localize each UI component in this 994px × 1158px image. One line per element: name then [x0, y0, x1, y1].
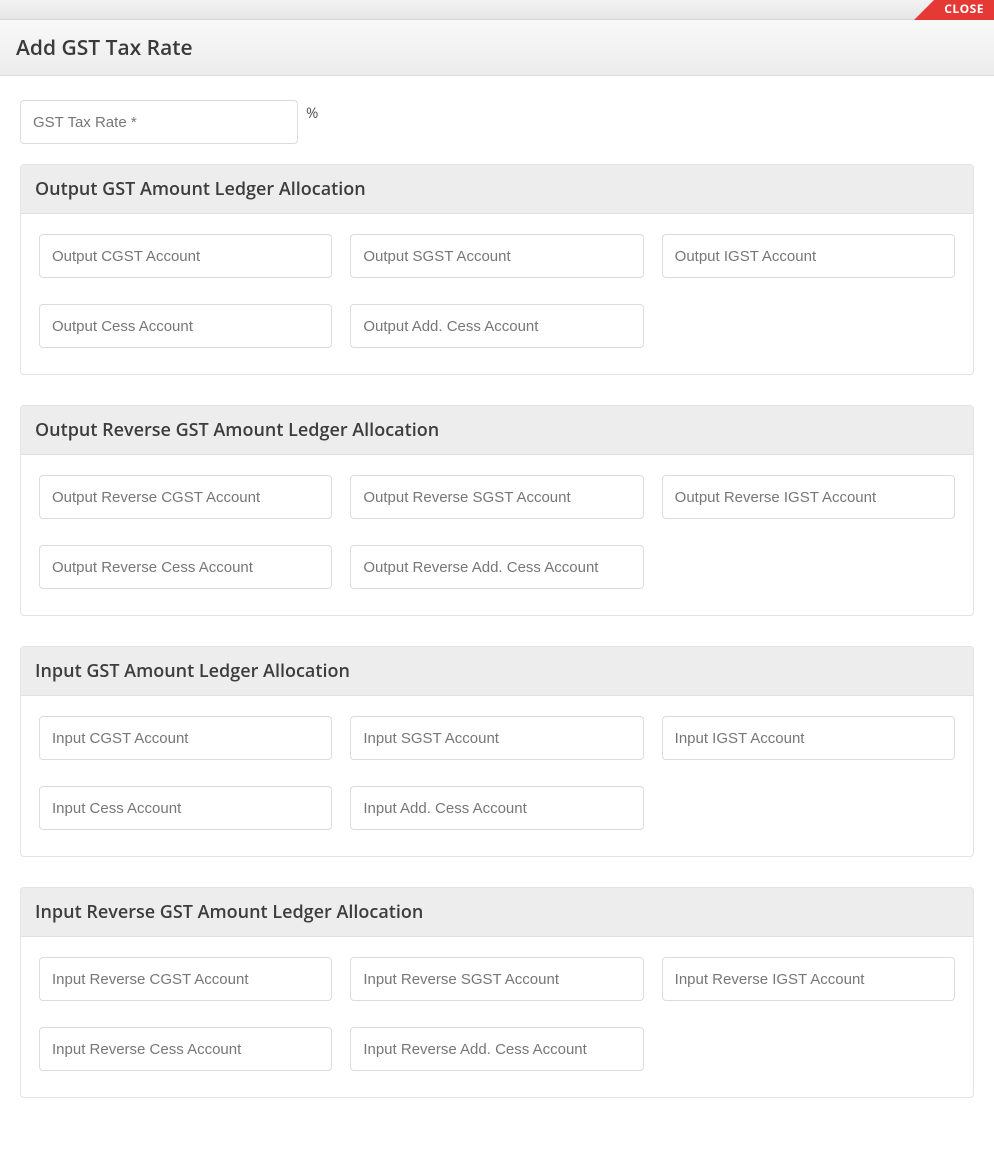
- output-reverse-cgst-account-input[interactable]: [39, 475, 332, 519]
- title-bar: Add GST Tax Rate: [0, 20, 994, 76]
- output-cgst-account-input[interactable]: [39, 234, 332, 278]
- input-cess-account-input[interactable]: [39, 786, 332, 830]
- form-content: % Output GST Amount Ledger Allocation Ou…: [0, 76, 994, 1158]
- section-title-input-reverse-gst: Input Reverse GST Amount Ledger Allocati…: [21, 888, 973, 937]
- section-output-reverse-gst: Output Reverse GST Amount Ledger Allocat…: [20, 405, 974, 616]
- section-title-input-gst: Input GST Amount Ledger Allocation: [21, 647, 973, 696]
- input-sgst-account-input[interactable]: [350, 716, 643, 760]
- input-igst-account-input[interactable]: [662, 716, 955, 760]
- section-title-output-reverse-gst: Output Reverse GST Amount Ledger Allocat…: [21, 406, 973, 455]
- output-reverse-add-cess-account-input[interactable]: [350, 545, 643, 589]
- close-button[interactable]: CLOSE: [914, 0, 994, 20]
- input-cgst-account-input[interactable]: [39, 716, 332, 760]
- input-reverse-cgst-account-input[interactable]: [39, 957, 332, 1001]
- section-input-reverse-gst: Input Reverse GST Amount Ledger Allocati…: [20, 887, 974, 1098]
- output-reverse-sgst-account-input[interactable]: [350, 475, 643, 519]
- section-input-gst: Input GST Amount Ledger Allocation: [20, 646, 974, 857]
- output-reverse-igst-account-input[interactable]: [662, 475, 955, 519]
- gst-rate-row: %: [20, 100, 974, 144]
- section-body-output-gst: [21, 214, 973, 374]
- window-top-strip: CLOSE: [0, 0, 994, 20]
- output-add-cess-account-input[interactable]: [350, 304, 643, 348]
- output-cess-account-input[interactable]: [39, 304, 332, 348]
- percent-label: %: [306, 103, 318, 123]
- input-reverse-add-cess-account-input[interactable]: [350, 1027, 643, 1071]
- input-reverse-cess-account-input[interactable]: [39, 1027, 332, 1071]
- gst-tax-rate-input[interactable]: [20, 100, 298, 144]
- page-title: Add GST Tax Rate: [16, 34, 193, 62]
- input-add-cess-account-input[interactable]: [350, 786, 643, 830]
- output-igst-account-input[interactable]: [662, 234, 955, 278]
- input-reverse-sgst-account-input[interactable]: [350, 957, 643, 1001]
- section-output-gst: Output GST Amount Ledger Allocation: [20, 164, 974, 375]
- section-body-input-reverse-gst: [21, 937, 973, 1097]
- output-reverse-cess-account-input[interactable]: [39, 545, 332, 589]
- output-sgst-account-input[interactable]: [350, 234, 643, 278]
- section-body-output-reverse-gst: [21, 455, 973, 615]
- section-title-output-gst: Output GST Amount Ledger Allocation: [21, 165, 973, 214]
- input-reverse-igst-account-input[interactable]: [662, 957, 955, 1001]
- section-body-input-gst: [21, 696, 973, 856]
